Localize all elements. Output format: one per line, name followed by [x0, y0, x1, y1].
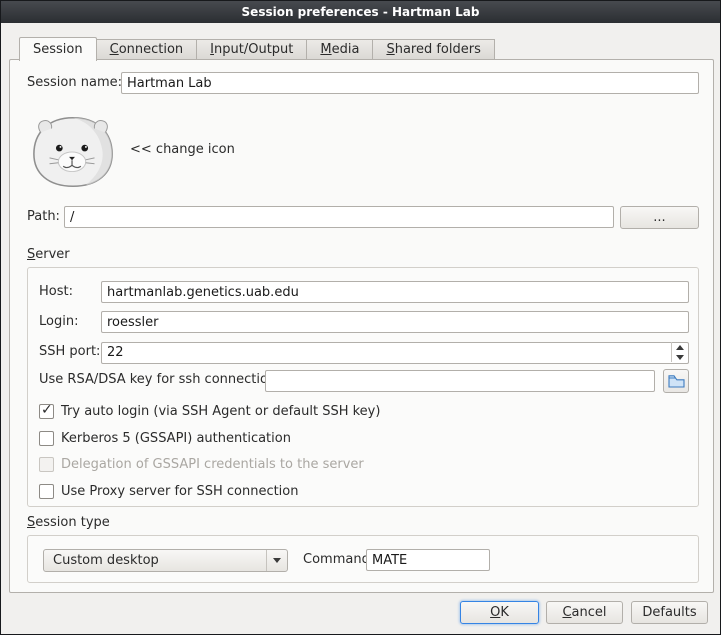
window-title: Session preferences - Hartman Lab — [242, 5, 480, 19]
change-icon-label: << change icon — [130, 141, 235, 159]
host-input[interactable] — [101, 281, 689, 303]
session-type-value: Custom desktop — [53, 550, 159, 571]
folder-icon — [668, 374, 685, 388]
auto-login-checkbox[interactable]: Try auto login (via SSH Agent or default… — [39, 402, 380, 420]
chevron-down-icon — [273, 558, 281, 563]
tab-shared-folders[interactable]: Shared folders — [373, 39, 494, 60]
proxy-checkbox[interactable]: Use Proxy server for SSH connection — [39, 482, 299, 500]
tab-media[interactable]: Media — [307, 39, 373, 60]
session-name-label: Session name: — [27, 72, 122, 94]
ssh-port-spinner — [101, 341, 689, 363]
spin-down-button[interactable] — [672, 352, 688, 362]
ssh-port-input[interactable] — [101, 342, 689, 364]
seal-icon — [29, 112, 117, 192]
tab-session[interactable]: Session — [19, 37, 97, 61]
titlebar[interactable]: Session preferences - Hartman Lab — [1, 1, 720, 23]
checkbox[interactable] — [39, 431, 54, 446]
tab-connection[interactable]: Connection — [97, 39, 198, 60]
server-group-title: Server — [27, 246, 70, 264]
command-label: Command: — [303, 549, 374, 571]
ssh-port-spin-buttons — [671, 342, 688, 362]
path-input[interactable] — [64, 206, 614, 228]
ok-button[interactable]: OK — [460, 601, 539, 624]
rsa-key-label: Use RSA/DSA key for ssh connection: — [39, 369, 281, 391]
spin-up-icon — [676, 345, 684, 350]
server-group-frame: Host: Login: SSH port: Use RSA/DSA key f… — [27, 267, 699, 507]
session-name-input[interactable] — [121, 72, 699, 94]
host-label: Host: — [39, 281, 73, 303]
tab-input-output[interactable]: Input/Output — [197, 39, 307, 60]
checkbox[interactable] — [39, 404, 54, 419]
checkbox — [39, 457, 54, 472]
gssapi-delegation-checkbox: Delegation of GSSAPI credentials to the … — [39, 455, 364, 473]
login-input[interactable] — [101, 311, 689, 333]
rsa-key-browse-button[interactable] — [663, 369, 689, 393]
spin-up-button[interactable] — [672, 342, 688, 352]
kerberos-checkbox[interactable]: Kerberos 5 (GSSAPI) authentication — [39, 429, 291, 447]
session-type-group-frame: Custom desktop Command: — [27, 535, 699, 583]
ssh-port-label: SSH port: — [39, 341, 100, 363]
dropdown-button[interactable] — [266, 550, 287, 571]
defaults-button[interactable]: Defaults — [631, 601, 708, 624]
session-icon-button[interactable] — [29, 112, 117, 192]
session-preferences-dialog: Session preferences - Hartman Lab Sessio… — [0, 0, 721, 635]
cancel-button[interactable]: Cancel — [546, 601, 623, 624]
spin-down-icon — [676, 355, 684, 360]
path-label: Path: — [27, 206, 60, 228]
session-type-group-title: Session type — [27, 514, 110, 532]
session-type-dropdown[interactable]: Custom desktop — [43, 549, 288, 572]
login-label: Login: — [39, 311, 78, 333]
session-tab-page: Session name: << change icon Path: — [9, 59, 714, 593]
tab-bar: Session Connection Input/Output Media Sh… — [19, 37, 495, 60]
path-browse-button[interactable]: ... — [620, 206, 699, 229]
rsa-key-input[interactable] — [265, 370, 655, 392]
command-input[interactable] — [366, 549, 490, 571]
checkbox[interactable] — [39, 484, 54, 499]
